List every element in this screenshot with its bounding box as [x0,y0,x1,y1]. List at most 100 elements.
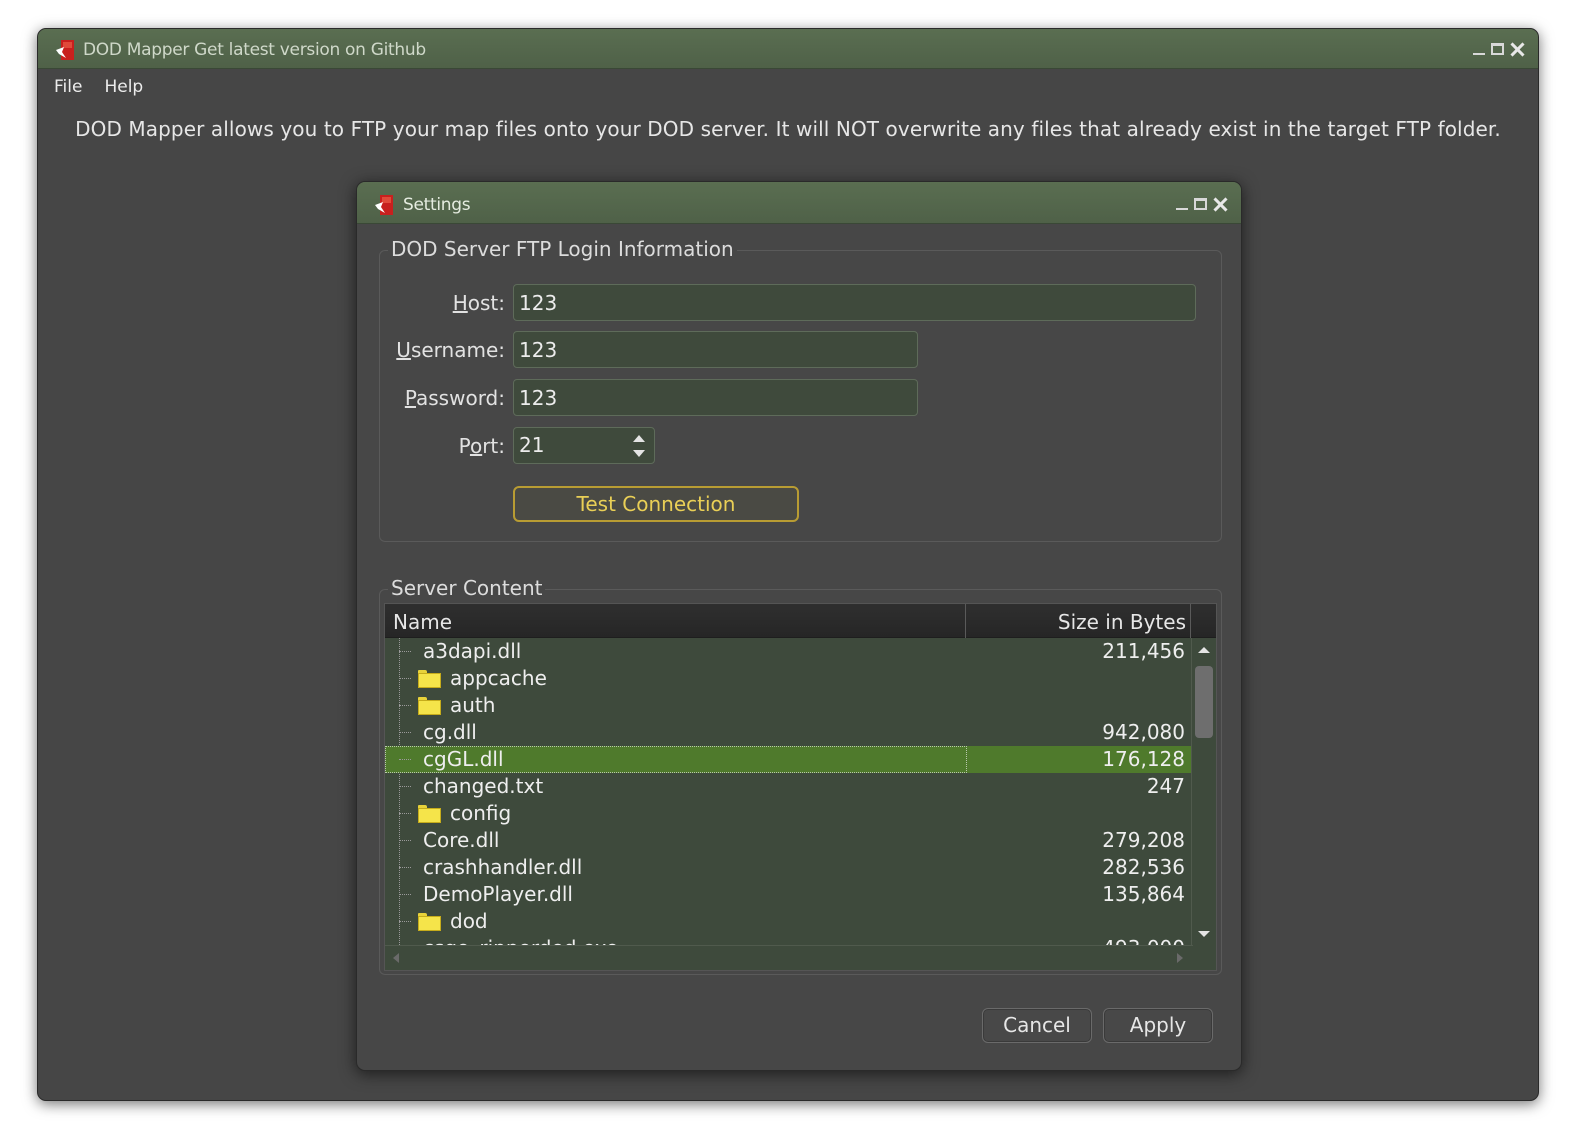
column-header-name[interactable]: Name [393,610,452,634]
menu-help[interactable]: Help [104,77,143,97]
tree-item-size: 493,000 [1102,936,1185,945]
tree-item-name: csgo_ripperded.exe [423,936,618,945]
tree-item-name: crashhandler.dll [423,855,583,879]
tree-file-row[interactable]: crashhandler.dll 282,536 [385,854,1193,881]
tree-branch-line [399,921,411,922]
tree-branch-line [399,840,411,841]
column-header-size[interactable]: Size in Bytes [1058,610,1186,634]
tree-branch-line [399,813,411,814]
host-label: Host: [452,291,505,315]
window-controls [1473,37,1524,61]
tree-item-size: 279,208 [1102,828,1185,852]
maximize-icon[interactable] [1194,198,1207,210]
horizontal-scrollbar[interactable] [385,945,1193,970]
login-groupbox: DOD Server FTP Login Information Host: U… [379,237,1223,542]
tree-branch-line [399,867,411,868]
tree-branch-line [399,678,411,679]
spinner-arrows-icon[interactable] [633,433,645,459]
tree-item-name: Core.dll [423,828,500,852]
app-logo-icon [56,40,74,60]
dialog-title: Settings [403,195,471,215]
tree-item-name: changed.txt [423,774,544,798]
password-row: Password: [380,379,1223,417]
tree-file-row[interactable]: DemoPlayer.dll 135,864 [385,881,1193,908]
port-spinbox[interactable]: 21 [513,427,655,464]
minimize-icon[interactable] [1176,208,1188,210]
close-icon[interactable] [1510,42,1524,56]
tree-file-row[interactable]: cg.dll 942,080 [385,719,1193,746]
tree-file-row[interactable]: Core.dll 279,208 [385,827,1193,854]
username-label: Username: [396,338,505,362]
close-icon[interactable] [1213,197,1227,211]
folder-icon [418,913,441,931]
scroll-up-icon[interactable] [1198,647,1210,653]
tree-branch-line [399,651,411,652]
tree-folder-row[interactable]: config [385,800,1193,827]
tree-item-name: a3dapi.dll [423,639,522,663]
main-titlebar[interactable]: DOD Mapper Get latest version on Github [38,29,1538,69]
window-title: DOD Mapper Get latest version on Github [83,40,426,60]
tree-body: a3dapi.dll 211,456 appcache auth cg.dll 942,0… [385,638,1193,945]
dialog-window-controls [1176,192,1227,216]
folder-icon [418,805,441,823]
port-label: Port: [458,434,505,458]
tree-file-row[interactable]: csgo_ripperded.exe 493,000 [385,935,1193,945]
apply-button[interactable]: Apply [1103,1008,1213,1043]
tree-item-name: DemoPlayer.dll [423,882,573,906]
menu-file[interactable]: File [54,77,82,97]
folder-icon [418,697,441,715]
tree-item-size: 176,128 [1102,747,1185,771]
username-row: Username: [380,331,1223,369]
menubar: File Help [38,70,143,104]
server-file-tree[interactable]: Name Size in Bytes a3dapi.dll 211,456 appc… [384,603,1217,971]
column-divider[interactable] [1190,604,1191,638]
tree-item-name: auth [450,693,496,717]
vertical-scrollbar[interactable] [1191,638,1216,946]
host-row: Host: [380,284,1223,322]
test-connection-button[interactable]: Test Connection [513,486,799,522]
port-value: 21 [519,433,545,457]
tree-branch-line [399,786,411,787]
tree-item-size: 135,864 [1102,882,1185,906]
dialog-logo-icon [375,195,393,215]
login-group-title: DOD Server FTP Login Information [388,237,737,261]
port-row: Port: 21 [380,427,1223,465]
tree-file-row[interactable]: a3dapi.dll 211,456 [385,638,1193,665]
server-content-groupbox: Server Content Name Size in Bytes a3dapi… [379,576,1222,975]
maximize-icon[interactable] [1491,43,1504,55]
dialog-titlebar[interactable]: Settings [357,182,1241,224]
tree-branch-line [399,894,411,895]
tree-item-name: config [450,801,512,825]
minimize-icon[interactable] [1473,53,1485,55]
settings-dialog: Settings DOD Server FTP Login Informatio… [356,181,1242,1071]
tree-folder-row[interactable]: auth [385,692,1193,719]
scroll-down-icon[interactable] [1198,931,1210,937]
username-input[interactable] [513,331,918,368]
tree-folder-row[interactable]: appcache [385,665,1193,692]
tree-item-size: 211,456 [1102,639,1185,663]
tree-folder-row[interactable]: dod [385,908,1193,935]
password-input[interactable] [513,379,918,416]
tree-file-row[interactable]: cgGL.dll 176,128 [385,746,1193,773]
host-input[interactable] [513,284,1196,321]
tree-item-name: dod [450,909,488,933]
scroll-thumb[interactable] [1195,666,1213,738]
tree-item-name: appcache [450,666,547,690]
app-description: DOD Mapper allows you to FTP your map fi… [75,117,1501,141]
column-divider[interactable] [965,604,966,638]
tree-branch-line [399,705,411,706]
tree-item-name: cg.dll [423,720,477,744]
tree-item-size: 942,080 [1102,720,1185,744]
tree-branch-line [399,732,411,733]
cancel-button[interactable]: Cancel [982,1008,1092,1043]
tree-file-row[interactable]: changed.txt 247 [385,773,1193,800]
scroll-left-icon[interactable] [393,953,399,963]
tree-header: Name Size in Bytes [385,604,1216,638]
scroll-right-icon[interactable] [1177,953,1183,963]
tree-branch-line [399,759,411,760]
password-label: Password: [404,386,505,410]
tree-item-size: 282,536 [1102,855,1185,879]
folder-icon [418,670,441,688]
tree-item-size: 247 [1146,774,1185,798]
server-content-title: Server Content [388,576,546,600]
